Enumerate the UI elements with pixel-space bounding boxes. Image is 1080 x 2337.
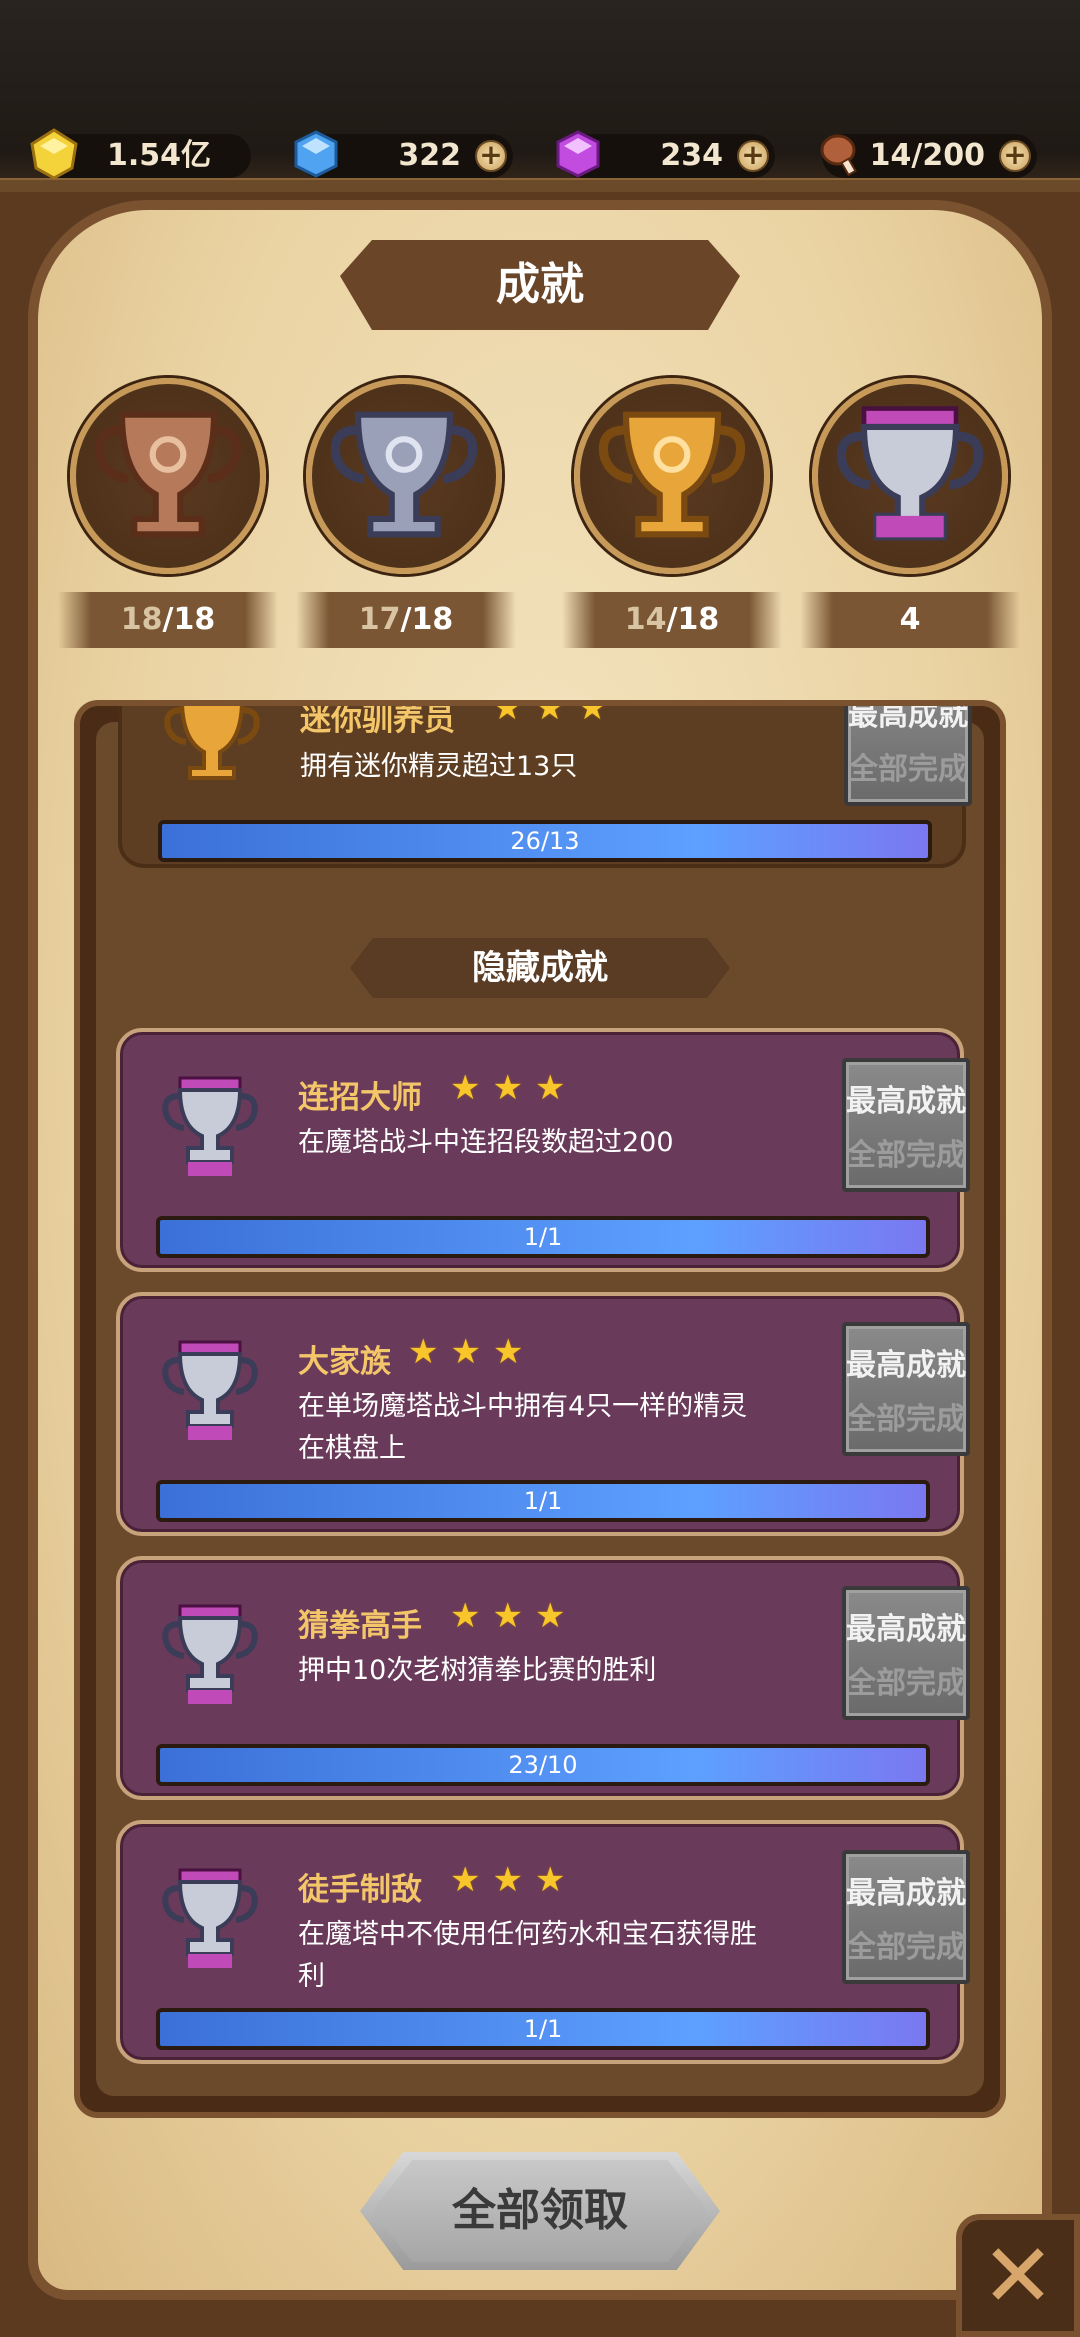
platinum-trophy-icon <box>162 1340 258 1440</box>
trophy-bronze-count: 18/18 <box>58 592 278 648</box>
achievement-card[interactable]: 连招大师 ★★★ 在魔塔战斗中连招段数超过200 最高成就 全部完成 1/1 <box>116 1028 970 1272</box>
progress-fill: 26/13 <box>162 824 928 858</box>
close-x-icon[interactable]: ✕ <box>956 2214 1080 2337</box>
crystal-value: 234 <box>660 138 723 173</box>
gold-trophy-icon <box>598 411 746 538</box>
rating-stars: ★★★ <box>408 1332 536 1372</box>
achievement-desc: 在魔塔战斗中连招段数超过200 <box>298 1127 674 1158</box>
resource-gold: 1.54亿 <box>30 128 251 180</box>
page-title: 成就 <box>496 259 584 310</box>
achievement-card[interactable]: 猜拳高手 ★★★ 押中10次老树猜拳比赛的胜利 最高成就 全部完成 23/10 <box>116 1556 970 1800</box>
meat-icon <box>820 134 857 177</box>
reward-button[interactable]: 最高成就 全部完成 <box>844 706 972 806</box>
progress-bar: 1/1 <box>156 1216 930 1258</box>
progress-bar: 23/10 <box>156 1744 930 1786</box>
gold-gem-icon <box>30 128 78 180</box>
resource-stamina: 14/200 + <box>820 134 1037 178</box>
gold-trophy-icon <box>164 706 260 780</box>
reward-button[interactable]: 最高成就 全部完成 <box>842 1058 970 1192</box>
purple-crystal-icon <box>556 130 600 178</box>
trophy-gold[interactable] <box>574 378 770 574</box>
achievement-name: 徒手制敌 <box>298 1872 422 1908</box>
bar-divider <box>0 178 1080 192</box>
platinum-trophy-icon <box>162 1604 258 1704</box>
reward-button[interactable]: 最高成就 全部完成 <box>842 1850 970 1984</box>
trophy-silver-count: 17/18 <box>296 592 516 648</box>
rating-stars: ★★★ <box>450 1596 578 1636</box>
add-crystal-button[interactable]: + <box>737 140 769 172</box>
hidden-section-title: 隐藏成就 <box>472 948 608 988</box>
trophy-silver[interactable] <box>306 378 502 574</box>
add-stamina-button[interactable]: + <box>999 140 1031 172</box>
trophy-bronze[interactable] <box>70 378 266 574</box>
achievement-name: 迷你驯养员 <box>300 702 455 738</box>
resource-diamond: 322 + <box>294 130 513 178</box>
achievement-desc: 押中10次老树猜拳比赛的胜利 <box>298 1655 657 1686</box>
achievement-name: 猜拳高手 <box>298 1608 422 1644</box>
gold-value: 1.54亿 <box>106 138 211 173</box>
achievement-card[interactable]: 徒手制敌 ★★★ 在魔塔中不使用任何药水和宝石获得胜利 最高成就 全部完成 1/… <box>116 1820 970 2064</box>
trophy-gold-count: 14/18 <box>562 592 782 648</box>
progress-fill: 23/10 <box>160 1748 926 1782</box>
blue-diamond-icon <box>294 130 338 178</box>
rating-stars: ★★★ <box>492 700 620 728</box>
add-diamond-button[interactable]: + <box>475 140 507 172</box>
achievement-desc: 在单场魔塔战斗中拥有4只一样的精灵在棋盘上 <box>298 1391 748 1464</box>
achievement-desc: 拥有迷你精灵超过13只 <box>300 751 578 782</box>
rating-stars: ★★★ <box>450 1860 578 1900</box>
progress-fill: 1/1 <box>160 1484 926 1518</box>
progress-bar: 1/1 <box>156 2008 930 2050</box>
rating-stars: ★★★ <box>450 1068 578 1108</box>
diamond-value: 322 <box>398 138 461 173</box>
progress-fill: 1/1 <box>160 2012 926 2046</box>
stamina-value: 14/200 <box>869 138 985 173</box>
progress-fill: 1/1 <box>160 1220 926 1254</box>
bronze-trophy-icon <box>94 411 242 538</box>
trophy-platinum[interactable] <box>812 378 1008 574</box>
trophy-platinum-count: 4 <box>800 592 1020 648</box>
progress-bar: 1/1 <box>156 1480 930 1522</box>
achievement-desc: 在魔塔中不使用任何药水和宝石获得胜利 <box>298 1919 757 1992</box>
achievement-name: 连招大师 <box>298 1080 422 1116</box>
reward-button[interactable]: 最高成就 全部完成 <box>842 1586 970 1720</box>
claim-all-label[interactable]: 全部领取 <box>360 2152 720 2270</box>
resource-crystal: 234 + <box>556 130 775 178</box>
achievement-card-top[interactable]: 迷你驯养员 ★★★ 拥有迷你精灵超过13只 最高成就 全部完成 26/13 <box>118 700 972 868</box>
platinum-trophy-icon <box>836 406 984 541</box>
silver-trophy-icon <box>330 411 478 538</box>
reward-button[interactable]: 最高成就 全部完成 <box>842 1322 970 1456</box>
achievement-name: 大家族 <box>298 1344 391 1380</box>
achievement-card[interactable]: 大家族 ★★★ 在单场魔塔战斗中拥有4只一样的精灵在棋盘上 最高成就 全部完成 … <box>116 1292 970 1536</box>
progress-bar: 26/13 <box>158 820 932 862</box>
platinum-trophy-icon <box>162 1076 258 1176</box>
platinum-trophy-icon <box>162 1868 258 1968</box>
